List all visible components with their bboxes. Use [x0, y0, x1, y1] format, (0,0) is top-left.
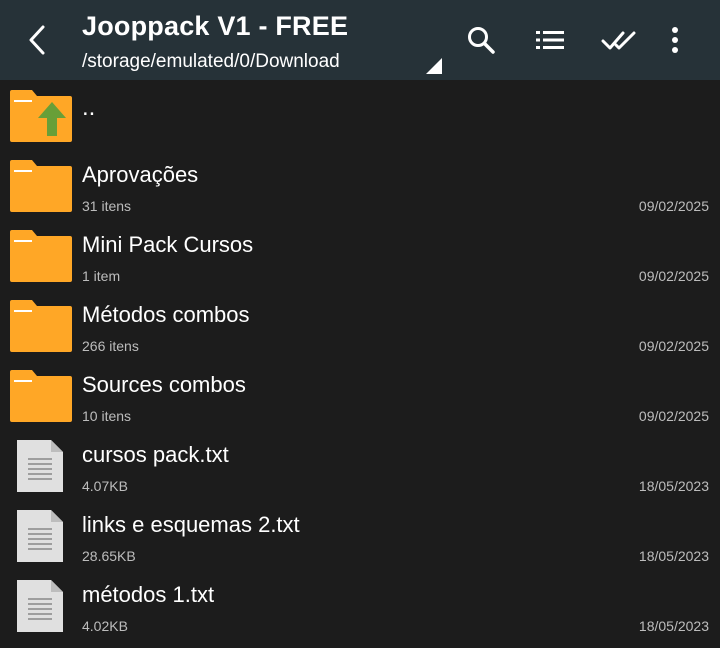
parent-dir-label: ..: [82, 94, 96, 121]
item-name: Sources combos: [82, 372, 246, 397]
list-item[interactable]: links e esquemas 2.txt 28.65KB 18/05/202…: [0, 500, 720, 570]
select-all-button[interactable]: [595, 16, 643, 64]
chevron-left-icon: [29, 25, 45, 55]
more-options-button[interactable]: [651, 16, 699, 64]
list-item[interactable]: Aprovações 31 itens 09/02/2025: [0, 150, 720, 220]
item-date: 09/02/2025: [638, 198, 709, 214]
list-view-icon: [536, 31, 564, 49]
item-name: cursos pack.txt: [82, 442, 229, 467]
item-name: métodos 1.txt: [82, 582, 215, 607]
app-bar: Jooppack V1 - FREE /storage/emulated/0/D…: [0, 0, 720, 80]
double-check-icon: [601, 31, 636, 50]
folder-icon: [10, 160, 72, 212]
item-date: 09/02/2025: [638, 338, 709, 354]
item-count: 266 itens: [82, 338, 139, 354]
file-list: .. Aprovações 31 itens 09/02/2025 Mini P…: [0, 80, 720, 648]
item-count: 31 itens: [82, 198, 132, 214]
item-date: 18/05/2023: [638, 478, 709, 494]
item-size: 4.07KB: [82, 478, 128, 494]
folder-icon: [10, 300, 72, 352]
item-date: 18/05/2023: [638, 548, 709, 564]
list-item-parent-dir[interactable]: ..: [0, 80, 720, 150]
item-name: Aprovações: [82, 162, 199, 187]
item-name: links e esquemas 2.txt: [82, 512, 300, 537]
item-size: 28.65KB: [82, 548, 136, 564]
back-button[interactable]: [14, 16, 62, 64]
more-vert-icon: [672, 27, 678, 53]
list-item[interactable]: cursos pack.txt 4.07KB 18/05/2023: [0, 430, 720, 500]
folder-icon: [10, 230, 72, 282]
item-date: 09/02/2025: [638, 268, 709, 284]
list-item[interactable]: Métodos combos 266 itens 09/02/2025: [0, 290, 720, 360]
text-file-icon: [17, 510, 63, 562]
item-name: Mini Pack Cursos: [82, 232, 254, 257]
item-size: 4.02KB: [82, 618, 128, 634]
list-item[interactable]: Sources combos 10 itens 09/02/2025: [0, 360, 720, 430]
list-item[interactable]: Mini Pack Cursos 1 item 09/02/2025: [0, 220, 720, 290]
view-mode-button[interactable]: [526, 16, 574, 64]
search-icon: [468, 27, 495, 54]
app-title: Jooppack V1 - FREE: [82, 11, 349, 41]
text-file-icon: [17, 440, 63, 492]
folder-icon: [10, 370, 72, 422]
list-item[interactable]: métodos 1.txt 4.02KB 18/05/2023: [0, 570, 720, 640]
text-file-icon: [17, 580, 63, 632]
current-path[interactable]: /storage/emulated/0/Download: [82, 51, 340, 73]
folder-up-icon: [10, 90, 72, 142]
item-name: Métodos combos: [82, 302, 250, 327]
item-date: 18/05/2023: [638, 618, 709, 634]
search-button[interactable]: [457, 16, 505, 64]
item-date: 09/02/2025: [638, 408, 709, 424]
item-count: 10 itens: [82, 408, 132, 424]
path-dropdown-icon[interactable]: [426, 58, 442, 74]
item-count: 1 item: [82, 268, 121, 284]
